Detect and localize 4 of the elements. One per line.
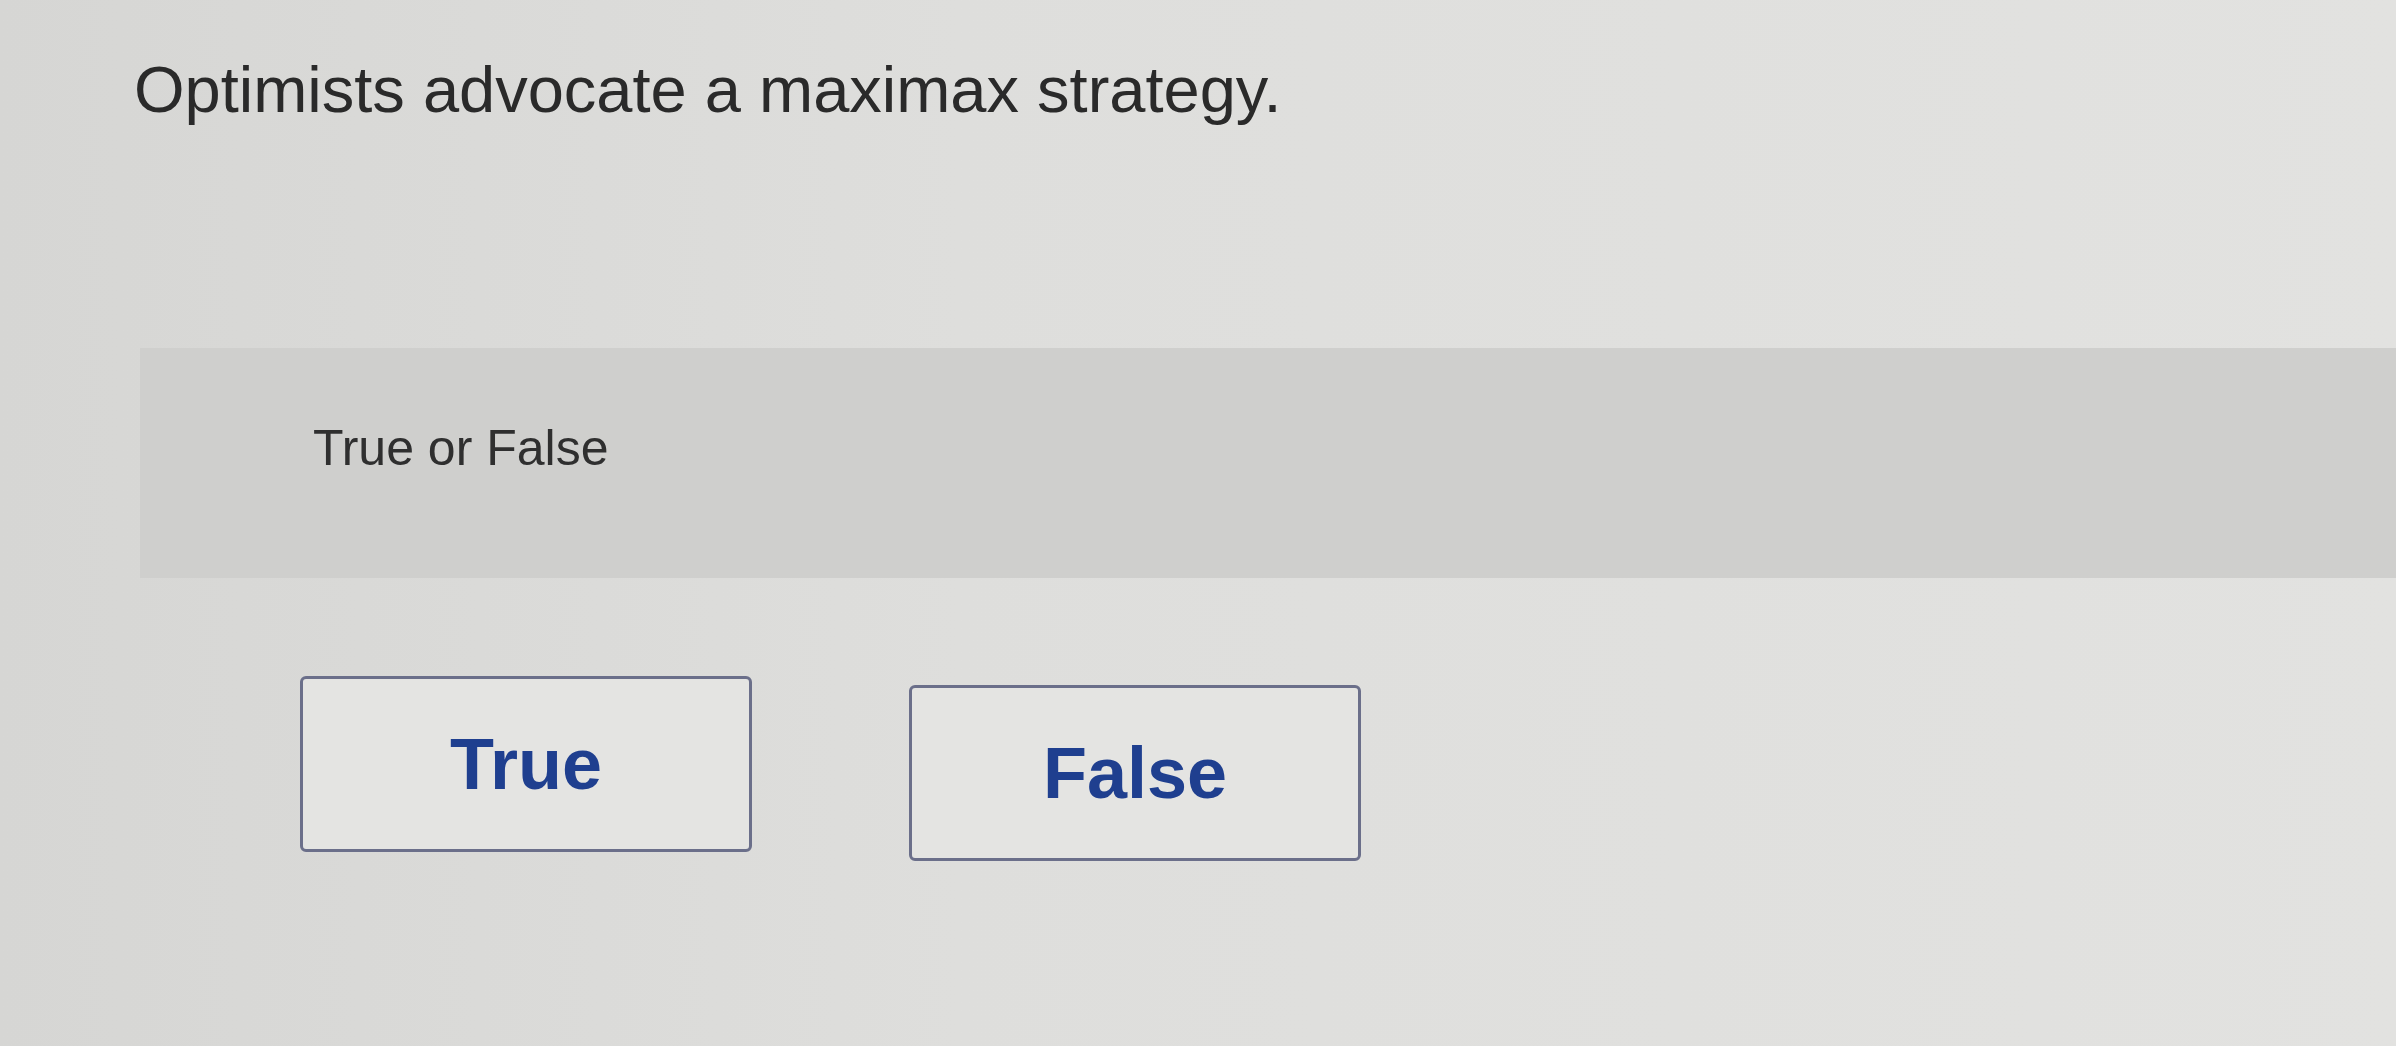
- answer-button[interactable]: False: [909, 685, 1361, 861]
- answer-button[interactable]: True: [300, 676, 752, 852]
- question-text: Optimists advocate a maximax strategy.: [134, 52, 1282, 128]
- prompt-text: True or False: [313, 419, 609, 478]
